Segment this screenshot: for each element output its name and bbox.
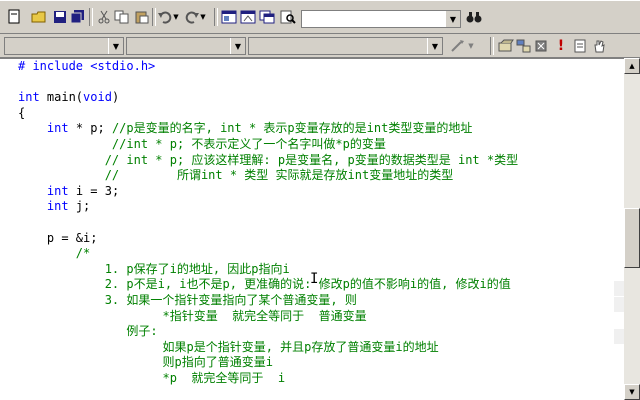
code-line: int main(void) — [18, 90, 518, 106]
copy-icon[interactable] — [114, 9, 130, 25]
paste-icon[interactable] — [134, 9, 150, 25]
chevron-down-icon[interactable]: ▼ — [445, 11, 460, 27]
code-line: 3. 如果一个指针变量指向了某个普通变量, 则 — [18, 293, 518, 309]
new-file-icon[interactable] — [6, 9, 22, 25]
build-icon[interactable] — [516, 38, 532, 54]
line-overflow-mark — [614, 281, 624, 296]
code-token: 则p指向了普通变量i — [18, 355, 273, 370]
compile-icon[interactable] — [498, 38, 514, 54]
find-in-files-icon[interactable] — [280, 9, 296, 25]
code-token: 例子: — [18, 324, 158, 339]
toolbar-separator — [490, 37, 494, 55]
wizard-action-dropdown-icon[interactable]: ▼ — [466, 38, 476, 54]
class-combobox[interactable]: ▼ — [4, 37, 124, 55]
code-token: *p 就完全等同于 i — [18, 370, 286, 385]
code-line: 1. p保存了i的地址, 因此p指向i — [18, 262, 518, 278]
code-token: //int * p; 不表示定义了一个名字叫做*p的变量 — [18, 136, 386, 151]
stop-build-icon[interactable] — [534, 38, 550, 54]
toolbar-separator — [152, 8, 156, 26]
code-line: /* — [18, 246, 518, 262]
members-combobox[interactable]: ▼ — [248, 37, 443, 55]
toolbar-separator — [214, 8, 218, 26]
code-token: * p; — [68, 121, 112, 136]
breakpoint-list-icon[interactable] — [572, 38, 588, 54]
find-binoculars-icon[interactable] — [466, 9, 482, 25]
code-line: { — [18, 106, 518, 122]
find-combobox[interactable]: ▼ — [301, 10, 461, 28]
line-overflow-mark — [614, 297, 624, 312]
code-line: // 所谓int * 类型 实际就是存放int变量地址的类型 — [18, 168, 518, 184]
code-token: ) — [111, 90, 120, 105]
chevron-down-icon[interactable]: ▼ — [108, 38, 123, 54]
code-line: // int * p; 应该这样理解: p是变量名, p变量的数据类型是 int… — [18, 153, 518, 169]
scroll-down-icon[interactable]: ▼ — [624, 384, 640, 400]
code-token: p = &i; — [18, 230, 98, 245]
code-token: 如果p是个指针变量, 并且p存放了普通变量i的地址 — [18, 339, 439, 354]
redo-dropdown-icon[interactable]: ▼ — [198, 9, 208, 25]
code-token: //p是变量的名字, int * 表示p变量存放的是int类型变量的地址 — [111, 121, 473, 136]
code-line: *指针变量 就完全等同于 普通变量 — [18, 309, 518, 325]
code-editor[interactable]: # include <stdio.h> int main(void){ int *… — [0, 58, 624, 400]
hand-icon[interactable] — [591, 38, 607, 54]
code-line: int i = 3; — [18, 184, 518, 200]
filter-combobox[interactable]: ▼ — [126, 37, 246, 55]
code-line: int j; — [18, 199, 518, 215]
scroll-thumb[interactable] — [624, 208, 640, 268]
code-token: /* — [18, 246, 91, 261]
code-token: int — [46, 199, 69, 214]
code-line: 例子: — [18, 324, 518, 340]
vertical-scrollbar[interactable]: ▲ ▼ — [624, 58, 640, 400]
save-all-icon[interactable] — [70, 9, 86, 25]
code-token: *指针变量 就完全等同于 普通变量 — [18, 308, 367, 323]
code-token: int — [46, 121, 69, 136]
code-line: 如果p是个指针变量, 并且p存放了普通变量i的地址 — [18, 340, 518, 356]
standard-toolbar: ▼ ▼ ▼ — [0, 0, 640, 34]
wizard-action-icon[interactable] — [450, 38, 466, 54]
code-line: int * p; //p是变量的名字, int * 表示p变量存放的是int类型… — [18, 121, 518, 137]
code-line: p = &i; — [18, 231, 518, 247]
code-token: { — [18, 105, 26, 120]
output-window-icon[interactable] — [240, 9, 256, 25]
code-token: int — [18, 90, 40, 105]
scroll-up-icon[interactable]: ▲ — [624, 58, 640, 74]
code-line: # include <stdio.h> — [18, 59, 518, 75]
code-token: 1. p保存了i的地址, 因此p指向i — [18, 261, 290, 276]
code-token: // int * p; 应该这样理解: p是变量名, p变量的数据类型是 int… — [18, 152, 519, 167]
code-line: *p 就完全等同于 i — [18, 371, 518, 387]
chevron-down-icon[interactable]: ▼ — [230, 38, 245, 54]
code-line: 则p指向了普通变量i — [18, 355, 518, 371]
toolbar-separator — [89, 8, 93, 26]
cut-icon[interactable] — [96, 9, 112, 25]
window-list-icon[interactable] — [259, 9, 275, 25]
source-code: # include <stdio.h> int main(void){ int *… — [18, 59, 518, 386]
code-token: void — [83, 90, 112, 105]
code-token: 2. p不是i, i也不是p, 更准确的说: 修改p的值不影响i的值, 修改i的… — [18, 277, 511, 292]
save-icon[interactable] — [52, 9, 68, 25]
code-token: # include <stdio.h> — [18, 59, 156, 73]
line-overflow-mark — [614, 329, 624, 344]
code-token: i = 3; — [68, 183, 120, 198]
code-line: 2. p不是i, i也不是p, 更准确的说: 修改p的值不影响i的值, 修改i的… — [18, 277, 518, 293]
code-token: // 所谓int * 类型 实际就是存放int变量地址的类型 — [18, 168, 454, 183]
open-folder-icon[interactable] — [31, 9, 47, 25]
code-token: int — [46, 183, 69, 198]
execute-icon[interactable]: ! — [553, 38, 569, 54]
chevron-down-icon[interactable]: ▼ — [427, 38, 442, 54]
code-token: j; — [68, 199, 91, 214]
workspace-icon[interactable] — [221, 9, 237, 25]
text-cursor-icon: I — [310, 271, 319, 287]
undo-dropdown-icon[interactable]: ▼ — [171, 9, 181, 25]
code-line: //int * p; 不表示定义了一个名字叫做*p的变量 — [18, 137, 518, 153]
code-token: 3. 如果一个指针变量指向了某个普通变量, 则 — [18, 292, 357, 307]
wizard-bar-toolbar: ▼ ▼ ▼ ▼ ! — [0, 34, 640, 58]
code-token: main( — [39, 90, 84, 105]
